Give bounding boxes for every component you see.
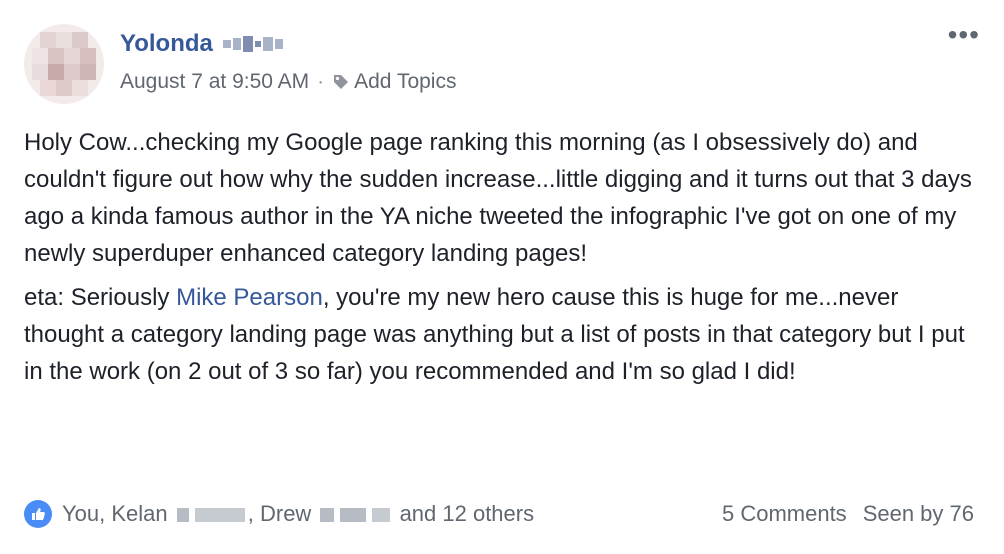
paragraph-2-intro: eta: Seriously [24,284,177,311]
comments-count[interactable]: 5 Comments [722,501,847,527]
redacted-name-2 [320,507,335,522]
post-paragraph-1: Holy Cow...checking my Google page ranki… [24,129,972,267]
post-paragraph-2: eta: Seriously Mike Pearson, you're my n… [24,279,974,390]
redacted-name-1b [194,507,245,522]
more-options-icon[interactable]: ••• [948,21,980,49]
tag-icon [334,75,349,89]
avatar[interactable] [24,24,104,104]
names-part-1: You, Kelan [62,501,168,527]
author-name[interactable]: Yolonda [120,30,283,58]
names-part-2: , Drew [247,501,312,527]
redacted-name-2b [340,507,367,522]
post-meta: August 7 at 9:50 AM · Add Topics [120,70,456,94]
add-topics-link[interactable]: Add Topics [332,70,456,94]
add-topics-label[interactable]: Add Topics [354,70,456,94]
seen-by-count[interactable]: Seen by 76 [863,501,974,527]
meta-separator: · [317,70,325,93]
redacted-name-1 [176,507,189,522]
reaction-names[interactable]: You, Kelan , Drew and 12 others [62,500,534,527]
mention-link[interactable]: Mike Pearson [176,284,323,311]
post-card: Yolonda August 7 at 9:50 AM · Add Topics… [0,0,1004,554]
names-part-3: and 12 others [399,501,535,527]
author-first-name[interactable]: Yolonda [120,30,213,58]
post-timestamp[interactable]: August 7 at 9:50 AM [120,70,309,94]
author-last-name-redacted [222,36,283,52]
redacted-name-2c [372,507,391,522]
reactions-summary[interactable]: You, Kelan , Drew and 12 others [24,500,534,528]
like-thumb-icon [24,500,52,528]
post-footer: You, Kelan , Drew and 12 others 5 Commen… [24,496,974,532]
post-stats: 5 Comments Seen by 76 [722,501,974,527]
post-body: Holy Cow...checking my Google page ranki… [24,124,974,390]
